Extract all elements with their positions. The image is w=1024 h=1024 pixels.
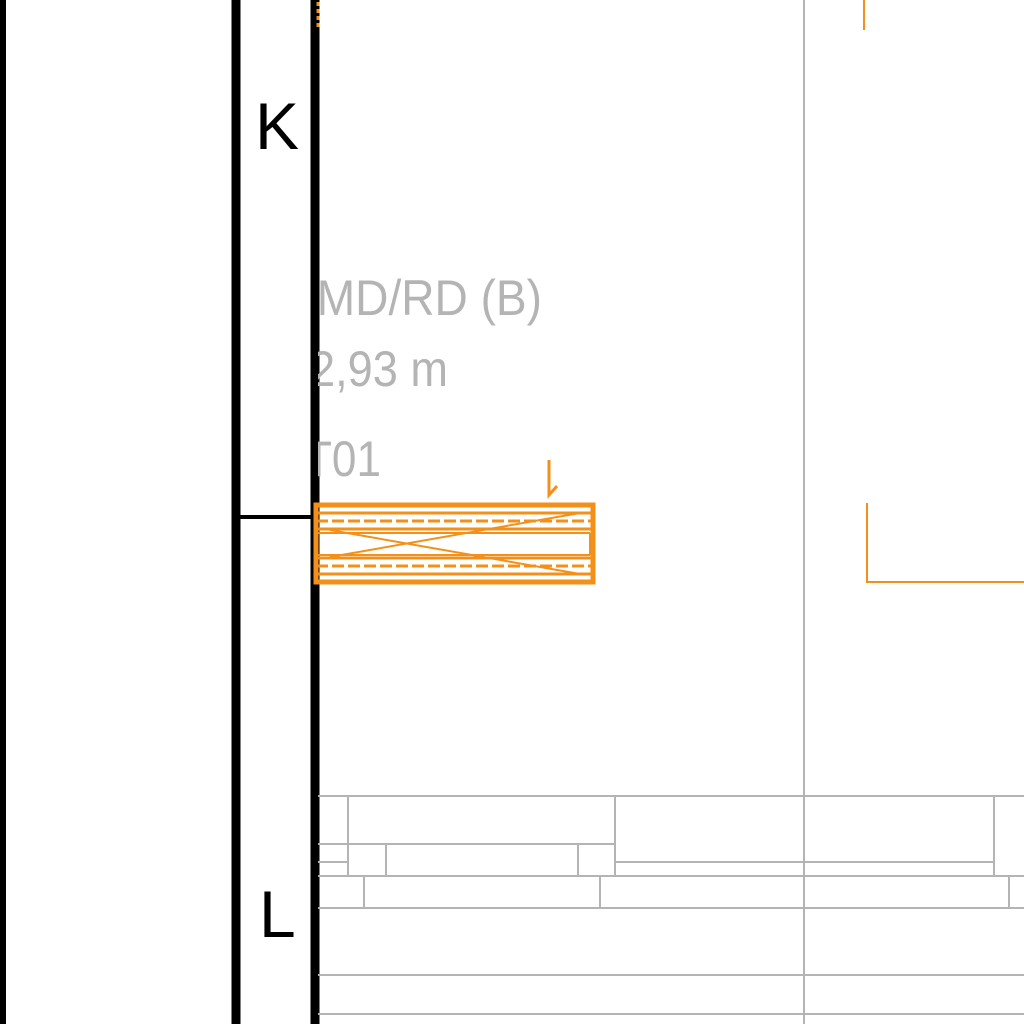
beam-section-hatch-icon — [313, 502, 596, 585]
elevation-marker-icon — [547, 460, 559, 499]
top-element-fragment — [316, 0, 865, 30]
plan-drawing-canvas: K L /MD/RD (B) 2,93 m T01 — [0, 0, 1024, 1024]
right-element-outline — [866, 503, 1024, 583]
grid-label-l: L — [259, 877, 296, 951]
annotation-length-label: 2,93 m — [310, 341, 448, 397]
annotation-type-label: /MD/RD (B) — [304, 270, 542, 326]
beam-outline — [313, 502, 596, 585]
grid-label-k: K — [255, 89, 299, 163]
title-block-table — [318, 795, 1024, 1015]
